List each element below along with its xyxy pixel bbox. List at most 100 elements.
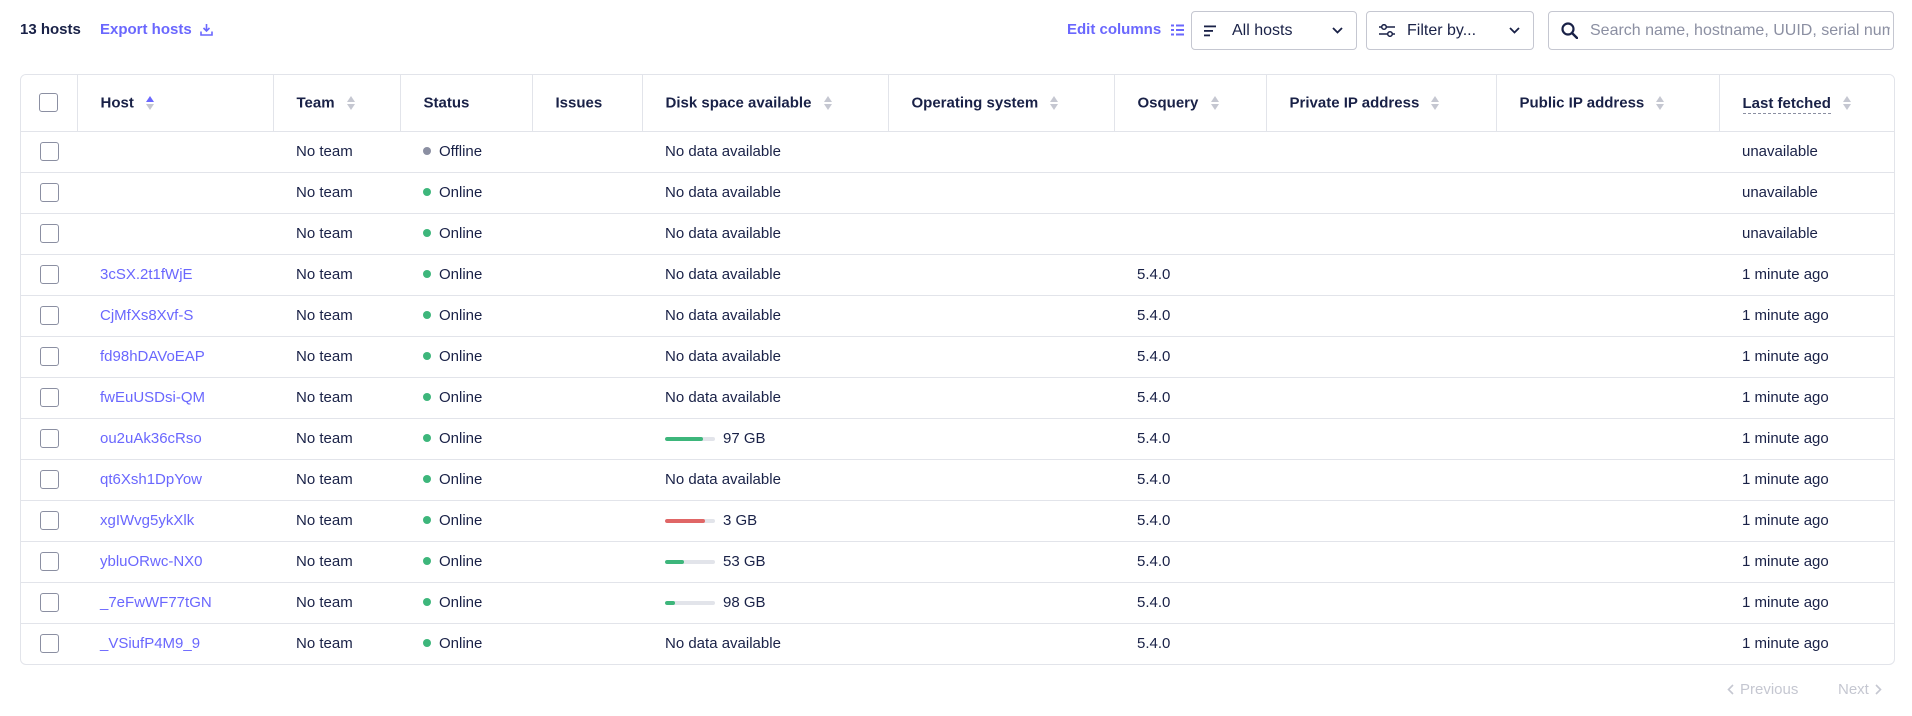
status-value: Online	[439, 389, 483, 406]
row-checkbox[interactable]	[39, 265, 59, 284]
search-input[interactable]	[1590, 21, 1890, 40]
edit-columns-button[interactable]: Edit columns	[1067, 21, 1185, 38]
table-row[interactable]: No team Online No data available unavailabl…	[21, 213, 1894, 255]
issues-cell	[532, 623, 642, 664]
osquery-version: 5.4.0	[1137, 553, 1171, 570]
column-header-last-fetched[interactable]: Last fetched	[1719, 75, 1894, 132]
team-cell: No team	[273, 418, 400, 460]
column-header-host[interactable]: Host	[77, 75, 274, 132]
filter-by-label: Filter by...	[1407, 21, 1477, 39]
table-row[interactable]: qt6Xsh1DpYow No team Online No data availab…	[21, 459, 1894, 501]
column-header-label: Status	[423, 94, 470, 112]
table-row[interactable]: 3cSX.2t1fWjE No team Online No data availab…	[21, 254, 1894, 296]
team-cell: No team	[273, 500, 400, 542]
last-fetched-value: 1 minute ago	[1742, 348, 1829, 365]
host-link[interactable]: ou2uAk36cRso	[100, 430, 202, 447]
host-cell: ou2uAk36cRso	[77, 418, 273, 460]
last-fetched-cell: 1 minute ago	[1719, 377, 1894, 419]
column-header-public-ip[interactable]: Public IP address	[1496, 75, 1720, 132]
select-all-checkbox[interactable]	[39, 93, 59, 113]
row-checkbox[interactable]	[39, 429, 59, 448]
public-ip-cell	[1496, 623, 1719, 664]
table-row[interactable]: ou2uAk36cRso No team Online 97 GB 5.4.0 1 min…	[21, 418, 1894, 460]
column-header-label: Last fetched	[1742, 94, 1831, 114]
host-link[interactable]: 3cSX.2t1fWjE	[100, 266, 193, 283]
operating-system-cell	[888, 172, 1114, 214]
team-value: No team	[296, 430, 353, 447]
column-header-team[interactable]: Team	[273, 75, 401, 132]
operating-system-cell	[888, 459, 1114, 501]
last-fetched-value: 1 minute ago	[1742, 635, 1829, 653]
private-ip-cell	[1266, 459, 1496, 501]
private-ip-cell	[1266, 254, 1496, 296]
column-header-operating-system[interactable]: Operating system	[888, 75, 1115, 132]
table-row[interactable]: xgIWvg5ykXlk No team Online 3 GB 5.4.0 1 minu…	[21, 500, 1894, 542]
row-checkbox[interactable]	[39, 470, 59, 489]
table-row[interactable]: No team Offline No data available unavailab…	[21, 131, 1894, 173]
search-box[interactable]	[1548, 11, 1894, 50]
status-cell: Online	[400, 623, 532, 664]
status-dot	[423, 270, 431, 279]
status-dot	[423, 352, 431, 361]
host-link[interactable]: qt6Xsh1DpYow	[100, 471, 202, 488]
row-checkbox[interactable]	[39, 511, 59, 530]
table-row[interactable]: _VSiufP4M9_9 No team Online No data availab…	[21, 623, 1894, 664]
status-dot	[423, 557, 431, 566]
osquery-version: 5.4.0	[1137, 471, 1171, 488]
public-ip-cell	[1496, 172, 1719, 214]
filter-by-dropdown[interactable]: Filter by...	[1366, 11, 1534, 50]
host-link[interactable]: fd98hDAVoEAP	[100, 348, 205, 365]
column-header-label: Issues	[555, 94, 603, 112]
column-header-disk-space[interactable]: Disk space available	[642, 75, 889, 132]
osquery-cell: 5.4.0	[1114, 336, 1266, 378]
status-dot	[423, 311, 431, 320]
column-header-osquery[interactable]: Osquery	[1114, 75, 1267, 132]
operating-system-cell	[888, 582, 1114, 624]
table-row[interactable]: ybluORwc-NX0 No team Online 53 GB 5.4.0 1 min…	[21, 541, 1894, 583]
host-link[interactable]: CjMfXs8Xvf-S	[100, 307, 193, 324]
export-hosts-button[interactable]: Export hosts	[100, 21, 213, 38]
public-ip-cell	[1496, 500, 1719, 542]
host-link[interactable]: ybluORwc-NX0	[100, 553, 203, 570]
row-select-cell	[21, 295, 77, 337]
public-ip-cell	[1496, 541, 1719, 583]
table-row[interactable]: fd98hDAVoEAP No team Online No data availab…	[21, 336, 1894, 378]
host-link[interactable]: fwEuUSDsi-QM	[100, 389, 205, 406]
table-row[interactable]: _7eFwWF77tGN No team Online 98 GB 5.4.0 1 min…	[21, 582, 1894, 624]
next-page-button[interactable]: Next	[1838, 681, 1882, 698]
row-checkbox[interactable]	[39, 224, 59, 243]
all-hosts-dropdown[interactable]: All hosts	[1191, 11, 1357, 50]
host-link[interactable]: _VSiufP4M9_9	[100, 635, 200, 652]
disk-space-cell: No data available	[642, 172, 888, 214]
column-header-private-ip[interactable]: Private IP address	[1266, 75, 1497, 132]
select-all-cell	[21, 75, 78, 132]
table-row[interactable]: No team Online No data available unavailabl…	[21, 172, 1894, 214]
row-checkbox[interactable]	[39, 388, 59, 407]
status-value: Online	[439, 635, 483, 653]
row-checkbox[interactable]	[39, 634, 59, 654]
status-cell: Online	[400, 295, 532, 337]
row-checkbox[interactable]	[39, 183, 59, 202]
host-link[interactable]: _7eFwWF77tGN	[100, 594, 212, 611]
team-cell: No team	[273, 377, 400, 419]
status-dot	[423, 639, 431, 648]
row-checkbox[interactable]	[39, 142, 59, 161]
host-cell: qt6Xsh1DpYow	[77, 459, 273, 501]
row-checkbox[interactable]	[39, 347, 59, 366]
previous-page-button[interactable]: Previous	[1727, 681, 1798, 698]
status-cell: Online	[400, 500, 532, 542]
row-select-cell	[21, 213, 77, 255]
sort-icon	[1843, 96, 1852, 111]
row-checkbox[interactable]	[39, 593, 59, 612]
last-fetched-cell: unavailable	[1719, 213, 1894, 255]
row-checkbox[interactable]	[39, 306, 59, 325]
status-dot	[423, 475, 431, 484]
table-row[interactable]: CjMfXs8Xvf-S No team Online No data availab…	[21, 295, 1894, 337]
host-link[interactable]: xgIWvg5ykXlk	[100, 512, 194, 529]
table-row[interactable]: fwEuUSDsi-QM No team Online No data availab…	[21, 377, 1894, 419]
row-checkbox[interactable]	[39, 552, 59, 571]
row-select-cell	[21, 500, 77, 542]
column-header-status: Status	[400, 75, 533, 132]
private-ip-cell	[1266, 213, 1496, 255]
public-ip-cell	[1496, 254, 1719, 296]
